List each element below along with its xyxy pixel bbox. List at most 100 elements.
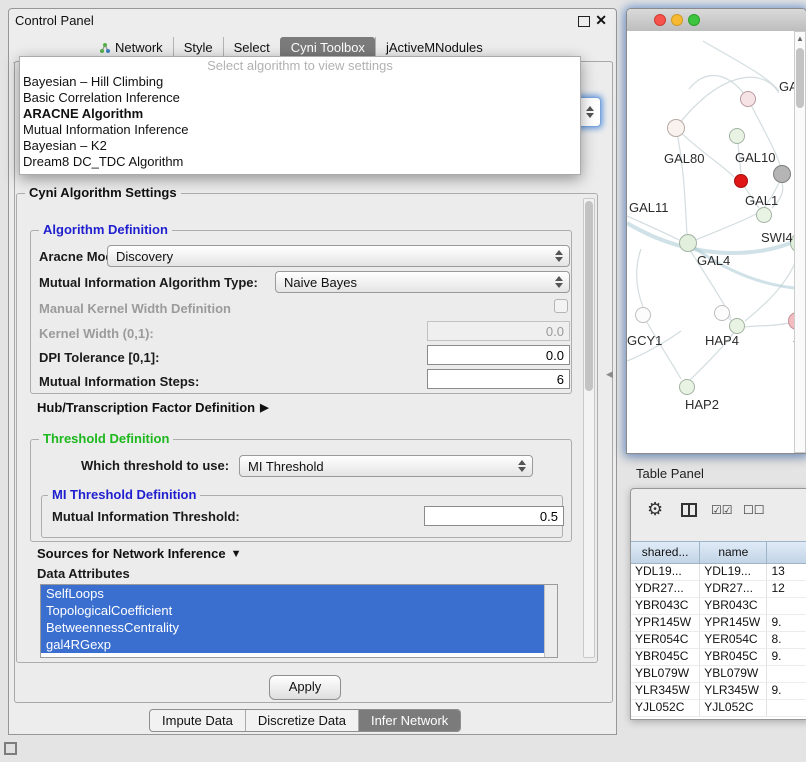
table-row[interactable]: YDR27...YDR27...12 <box>631 581 806 598</box>
combo-up-arrow-icon <box>586 106 594 111</box>
close-icon[interactable]: ✕ <box>595 12 607 29</box>
threshold-definition-group: Threshold Definition Which threshold to … <box>30 439 572 542</box>
list-item[interactable]: SelfLoops <box>41 585 545 602</box>
data-attributes-list: SelfLoops TopologicalCoefficient Between… <box>40 584 558 658</box>
network-node[interactable] <box>740 91 756 107</box>
mi-steps-label: Mutual Information Steps: <box>39 374 199 389</box>
table-row[interactable]: YDL19...YDL19...13 <box>631 564 806 581</box>
network-node[interactable] <box>635 307 651 323</box>
network-node[interactable] <box>729 128 745 144</box>
table-row[interactable]: YBR043CYBR043C <box>631 598 806 615</box>
tab-select[interactable]: Select <box>223 37 280 58</box>
mi-threshold-group: MI Threshold Definition Mutual Informati… <box>41 495 563 538</box>
node-label: HAP4 <box>705 333 739 348</box>
combo-down-arrow-icon <box>555 257 563 262</box>
sources-label: Sources for Network Inference <box>37 546 226 561</box>
network-scrollbar-thumb[interactable] <box>796 48 804 108</box>
network-node[interactable] <box>679 234 697 252</box>
table-panel-title: Table Panel <box>636 466 704 481</box>
table-row[interactable]: YBL079WYBL079W <box>631 666 806 683</box>
algorithm-option-selected[interactable]: ARACNE Algorithm <box>20 106 580 122</box>
select-all-icon[interactable]: ☑☑ <box>711 503 733 517</box>
deselect-all-icon[interactable]: ☐☐ <box>743 503 765 517</box>
hub-definition-label: Hub/Transcription Factor Definition <box>37 400 255 415</box>
tab-impute-data[interactable]: Impute Data <box>150 710 245 731</box>
node-label: SWI4 <box>761 230 793 245</box>
tab-discretize-data[interactable]: Discretize Data <box>245 710 358 731</box>
network-window-titlebar[interactable] <box>627 9 806 32</box>
algorithm-definition-title: Algorithm Definition <box>39 222 172 237</box>
tab-infer-network[interactable]: Infer Network <box>358 710 460 731</box>
network-node[interactable] <box>667 119 685 137</box>
minimize-traffic-light[interactable] <box>671 14 683 26</box>
network-canvas[interactable]: GAL GAL80 GAL10 GAL11 GAL1 SWI4 GAL4 GCY… <box>627 31 806 453</box>
network-node[interactable] <box>714 305 730 321</box>
table-row[interactable]: YER054CYER054C8. <box>631 632 806 649</box>
column-header[interactable]: shared... <box>631 542 700 563</box>
algorithm-option[interactable]: Dream8 DC_TDC Algorithm <box>20 154 580 170</box>
algorithm-option[interactable]: Basic Correlation Inference <box>20 90 580 106</box>
threshold-definition-title: Threshold Definition <box>39 431 173 446</box>
minimized-window-icon[interactable] <box>4 742 17 755</box>
dpi-tolerance-field[interactable] <box>427 345 570 365</box>
node-label: GCY1 <box>627 333 662 348</box>
combo-down-arrow-icon <box>555 283 563 288</box>
mi-threshold-group-title: MI Threshold Definition <box>48 487 200 502</box>
show-columns-icon[interactable] <box>681 503 697 517</box>
minimize-icon[interactable] <box>578 16 590 27</box>
list-item[interactable]: gal4RGexp <box>41 636 545 653</box>
table-row[interactable]: YPR145WYPR145W9. <box>631 615 806 632</box>
scroll-up-icon: ▲ <box>795 34 805 43</box>
column-header[interactable]: name <box>700 542 767 563</box>
table-row[interactable]: YJL052CYJL052C <box>631 700 806 717</box>
list-scrollbar[interactable] <box>544 585 557 657</box>
node-label: HAP2 <box>685 397 719 412</box>
tab-network[interactable]: Network <box>89 37 173 58</box>
list-item[interactable]: BetweennessCentrality <box>41 619 545 636</box>
table-row[interactable]: YBR045CYBR045C9. <box>631 649 806 666</box>
tab-jactivemnodules[interactable]: jActiveMNodules <box>375 37 493 58</box>
list-item[interactable]: TopologicalCoefficient <box>41 602 545 619</box>
hub-definition-toggle[interactable]: Hub/Transcription Factor Definition ▶ <box>37 400 269 415</box>
aracne-mode-dropdown[interactable]: Discovery <box>107 245 570 267</box>
dpi-tolerance-label: DPI Tolerance [0,1]: <box>39 350 159 365</box>
algorithm-option[interactable]: Bayesian – K2 <box>20 138 580 154</box>
network-vertical-scrollbar[interactable]: ▲ <box>794 31 806 453</box>
network-node-highlighted[interactable] <box>734 174 748 188</box>
combo-down-arrow-icon <box>518 467 526 472</box>
window-title: Control Panel <box>15 13 94 28</box>
kernel-width-field[interactable] <box>427 321 570 341</box>
network-node[interactable] <box>756 207 772 223</box>
network-view-window: GAL GAL80 GAL10 GAL11 GAL1 SWI4 GAL4 GCY… <box>626 8 806 454</box>
close-traffic-light[interactable] <box>654 14 666 26</box>
bottom-tabs: Impute Data Discretize Data Infer Networ… <box>149 709 461 732</box>
settings-scrollbar[interactable] <box>583 198 595 658</box>
network-node[interactable] <box>679 379 695 395</box>
algorithm-option[interactable]: Mutual Information Inference <box>20 122 580 138</box>
sources-toggle[interactable]: Sources for Network Inference ▼ <box>37 546 241 561</box>
algorithm-option[interactable]: Bayesian – Hill Climbing <box>20 74 580 90</box>
splitter-collapse-icon[interactable]: ◀ <box>606 369 613 380</box>
tab-cyni-toolbox[interactable]: Cyni Toolbox <box>280 37 375 58</box>
data-attributes-label: Data Attributes <box>37 566 130 581</box>
cyni-algorithm-settings-group: Cyni Algorithm Settings Algorithm Defini… <box>16 193 598 663</box>
mi-threshold-field[interactable] <box>424 506 564 526</box>
network-node[interactable] <box>773 165 791 183</box>
table-toolbar: ⚙ ☑☑ ☐☐ <box>631 489 806 541</box>
mi-type-dropdown[interactable]: Naive Bayes <box>275 271 570 293</box>
kernel-width-label: Kernel Width (0,1): <box>39 326 154 341</box>
network-node[interactable] <box>729 318 745 334</box>
apply-button[interactable]: Apply <box>269 675 341 700</box>
settings-scrollbar-thumb[interactable] <box>585 201 593 391</box>
node-label: GAL11 <box>629 200 669 215</box>
tab-style[interactable]: Style <box>173 37 223 58</box>
manual-kernel-checkbox[interactable] <box>554 299 568 313</box>
which-threshold-label: Which threshold to use: <box>81 458 229 473</box>
which-threshold-dropdown[interactable]: MI Threshold <box>239 455 533 477</box>
gear-icon[interactable]: ⚙ <box>647 499 663 520</box>
network-tab-icon <box>99 42 111 54</box>
table-row[interactable]: YLR345WYLR345W9. <box>631 683 806 700</box>
column-header[interactable] <box>767 542 806 563</box>
mi-steps-field[interactable] <box>427 369 570 389</box>
zoom-traffic-light[interactable] <box>688 14 700 26</box>
